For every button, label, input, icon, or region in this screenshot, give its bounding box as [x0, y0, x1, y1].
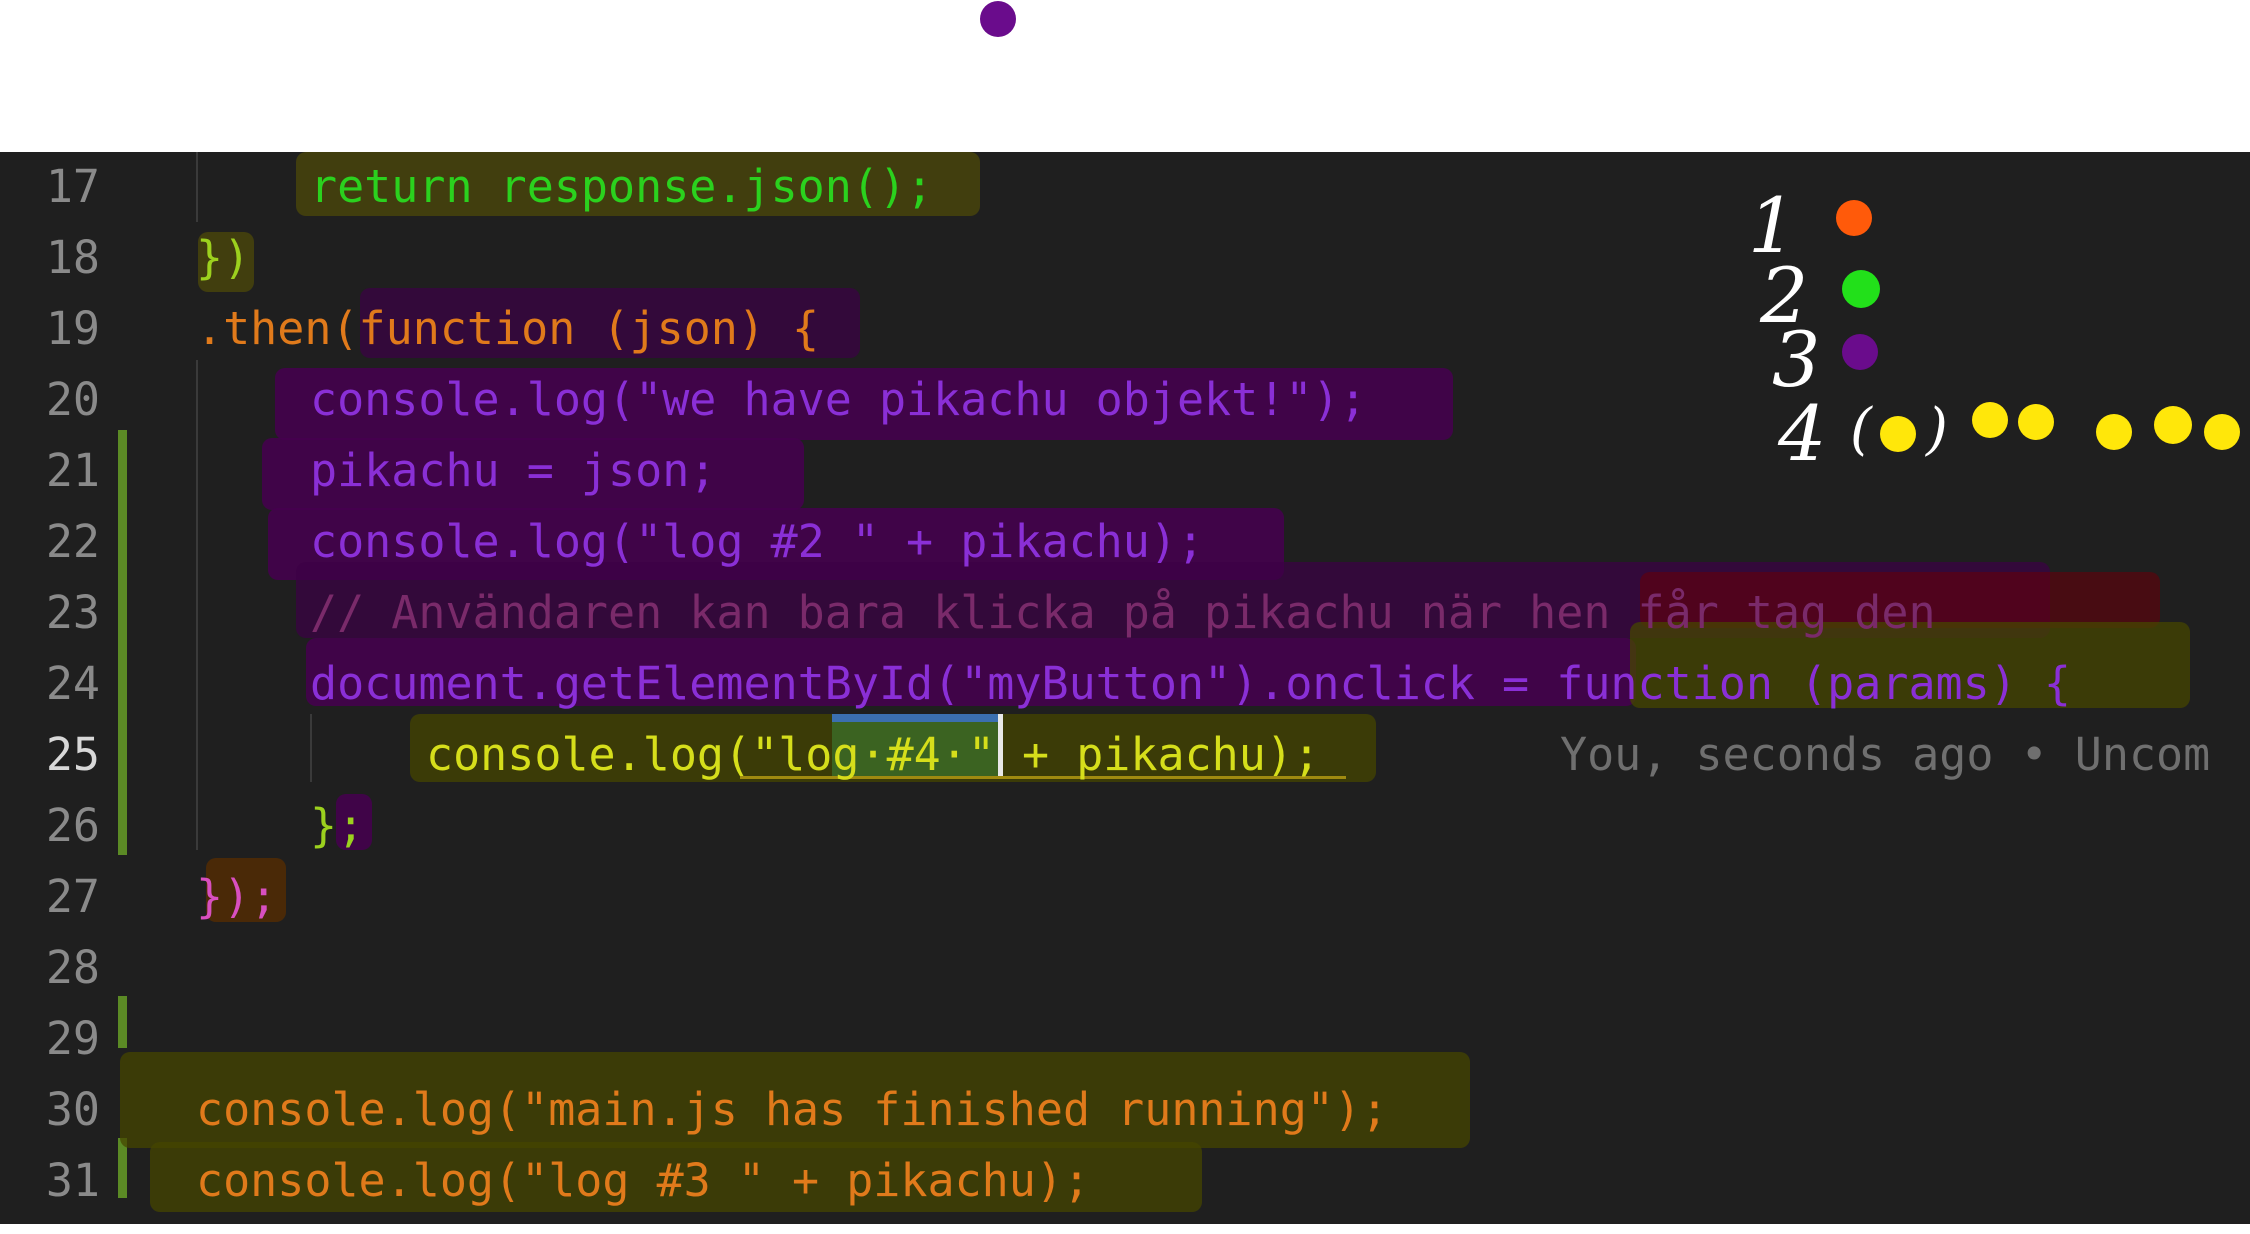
code-line[interactable]: pikachu = json;	[310, 436, 716, 506]
legend-dot-purple	[1842, 334, 1878, 370]
line-number: 24	[45, 657, 100, 710]
legend-dot-yellow	[1972, 402, 2008, 438]
git-blame-annotation: You, seconds ago • Uncom	[1560, 728, 2211, 781]
code-line[interactable]: document.getElementById("myButton").oncl…	[310, 649, 2071, 719]
code-editor[interactable]: 17 18 19 20 21 22 23 24 25 26 27 28 29 3…	[0, 152, 2250, 1224]
bottom-margin	[0, 1224, 2250, 1234]
code-line-active[interactable]: console.log("log·#4·" + pikachu);	[426, 720, 1320, 790]
line-number: 28	[45, 941, 100, 994]
legend-dot-orange	[1836, 200, 1872, 236]
code-line[interactable]: };	[310, 791, 364, 861]
legend-dot-yellow	[2018, 404, 2054, 440]
code-line[interactable]: })	[196, 223, 250, 293]
line-number: 17	[45, 160, 100, 213]
legend-dot-yellow	[1880, 416, 1916, 452]
line-number: 23	[45, 586, 100, 639]
legend-dot-green	[1842, 270, 1880, 308]
legend-paren-left: (	[1850, 397, 1872, 462]
code-comment-line[interactable]: // Användaren kan bara klicka på pikachu…	[310, 578, 1936, 648]
legend-paren-right: )	[1926, 397, 1948, 462]
annotation-purple-dot	[980, 1, 1016, 37]
line-number: 31	[45, 1154, 100, 1207]
line-number: 19	[45, 302, 100, 355]
line-number: 27	[45, 870, 100, 923]
legend-dot-yellow	[2096, 414, 2132, 450]
indent-guide	[196, 360, 198, 850]
line-number: 18	[45, 231, 100, 284]
line-number: 26	[45, 799, 100, 852]
line-number: 22	[45, 515, 100, 568]
code-line[interactable]: console.log("log #3 " + pikachu);	[196, 1146, 1090, 1216]
legend-number-4: 4	[1778, 389, 1827, 478]
code-line[interactable]: console.log("main.js has finished runnin…	[196, 1075, 1388, 1145]
legend-dot-yellow	[2204, 414, 2240, 450]
code-line[interactable]: });	[196, 862, 277, 932]
git-change-bar	[118, 996, 127, 1048]
code-line[interactable]: console.log("we have pikachu objekt!");	[310, 365, 1367, 435]
indent-guide	[310, 714, 312, 782]
code-line[interactable]: .then(function (json) {	[196, 294, 819, 364]
line-number: 30	[45, 1083, 100, 1136]
legend-dot-yellow	[2154, 406, 2192, 444]
line-number: 29	[45, 1012, 100, 1065]
indent-guide	[196, 152, 198, 222]
git-change-bar	[118, 430, 127, 855]
legend-number-3: 3	[1772, 315, 1821, 404]
code-line[interactable]: console.log("log #2 " + pikachu);	[310, 507, 1204, 577]
line-number: 21	[45, 444, 100, 497]
line-number-active: 25	[45, 728, 100, 781]
line-number: 20	[45, 373, 100, 426]
code-line[interactable]: return response.json();	[310, 152, 933, 222]
